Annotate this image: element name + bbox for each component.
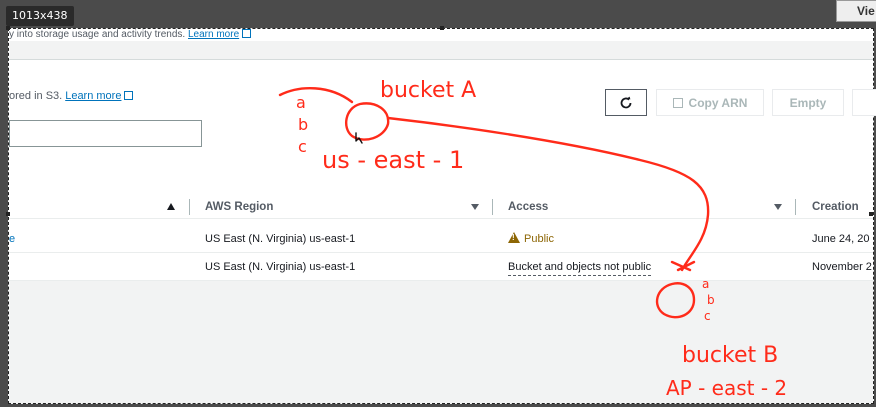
panel-subtitle: ored in S3. Learn more <box>9 90 134 102</box>
column-divider[interactable] <box>189 199 190 215</box>
column-divider[interactable] <box>795 199 796 215</box>
copy-icon <box>672 97 683 108</box>
row-edge-marker: e <box>9 233 16 245</box>
dimensions-badge: 1013x438 <box>6 6 74 26</box>
access-cell: Public <box>508 225 554 253</box>
captured-page: y into storage usage and activity trends… <box>6 26 876 404</box>
column-header-access[interactable]: Access <box>508 195 548 219</box>
empty-label: Empty <box>789 95 827 110</box>
subtitle-text: ored in S3. <box>9 90 63 102</box>
sort-icon[interactable] <box>471 204 479 210</box>
table-row[interactable]: e US East (N. Virginia) us-east-1 Public… <box>9 225 873 253</box>
external-link-icon <box>124 91 134 100</box>
access-public-label: Public <box>524 233 554 245</box>
creation-date-cell: June 24, 20 <box>812 233 870 245</box>
table-header: AWS Region Access Creation da <box>9 195 873 219</box>
refresh-icon <box>620 96 632 108</box>
table-row[interactable]: US East (N. Virginia) us-east-1 Bucket a… <box>9 253 873 281</box>
view-button[interactable]: Vie <box>836 0 876 22</box>
sort-ascending-icon[interactable] <box>167 203 175 210</box>
selection-handle[interactable] <box>6 212 10 216</box>
warning-icon <box>508 232 520 243</box>
column-header-region[interactable]: AWS Region <box>205 195 273 219</box>
delete-button-partial[interactable] <box>852 89 876 116</box>
description-strip: y into storage usage and activity trends… <box>9 29 873 41</box>
external-link-icon <box>242 29 252 38</box>
selection-handle[interactable] <box>6 26 10 30</box>
selection-handle[interactable] <box>869 212 873 216</box>
access-cell: Bucket and objects not public <box>508 253 652 281</box>
copy-arn-label: Copy ARN <box>688 95 748 110</box>
access-not-public-label: Bucket and objects not public <box>508 259 652 276</box>
copy-arn-button[interactable]: Copy ARN <box>656 89 764 116</box>
search-input[interactable] <box>9 120 202 147</box>
refresh-button[interactable] <box>605 89 647 116</box>
region-cell: US East (N. Virginia) us-east-1 <box>205 261 356 273</box>
creation-date-cell: November 2 <box>812 261 872 273</box>
selection-handle[interactable] <box>440 26 444 30</box>
learn-more-link-top[interactable]: Learn more <box>188 29 239 40</box>
learn-more-link[interactable]: Learn more <box>65 90 121 102</box>
description-text: y into storage usage and activity trends… <box>9 29 186 40</box>
column-divider[interactable] <box>492 199 493 215</box>
column-header-creation-date[interactable]: Creation da <box>812 195 874 219</box>
empty-button[interactable]: Empty <box>772 89 844 116</box>
sort-icon[interactable] <box>774 204 782 210</box>
region-cell: US East (N. Virginia) us-east-1 <box>205 233 356 245</box>
